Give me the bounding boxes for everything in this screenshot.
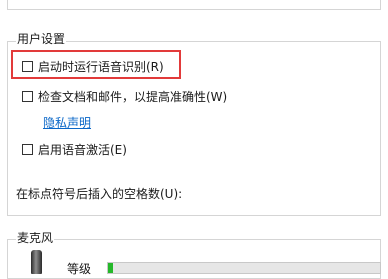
- previous-group-box: [7, 0, 381, 10]
- level-meter: [107, 262, 381, 274]
- microphone-title: 麦克风: [16, 231, 55, 245]
- highlight-box: [11, 50, 181, 79]
- voice-activation-label: 启用语音激活(E): [38, 142, 127, 157]
- review-documents-label: 检查文档和邮件，以提高准确性(W): [38, 89, 228, 104]
- level-meter-fill: [108, 263, 114, 273]
- user-settings-title: 用户设置: [16, 32, 67, 46]
- review-documents-checkbox[interactable]: [22, 90, 33, 102]
- level-label: 等级: [67, 262, 92, 276]
- microphone-icon: [31, 250, 42, 274]
- review-documents-option[interactable]: 检查文档和邮件，以提高准确性(W): [22, 88, 227, 104]
- privacy-statement-link[interactable]: 隐私声明: [43, 114, 91, 131]
- voice-activation-checkbox[interactable]: [22, 143, 33, 155]
- spaces-after-punctuation-label: 在标点符号后插入的空格数(U):: [16, 187, 183, 201]
- voice-activation-option[interactable]: 启用语音激活(E): [22, 141, 127, 157]
